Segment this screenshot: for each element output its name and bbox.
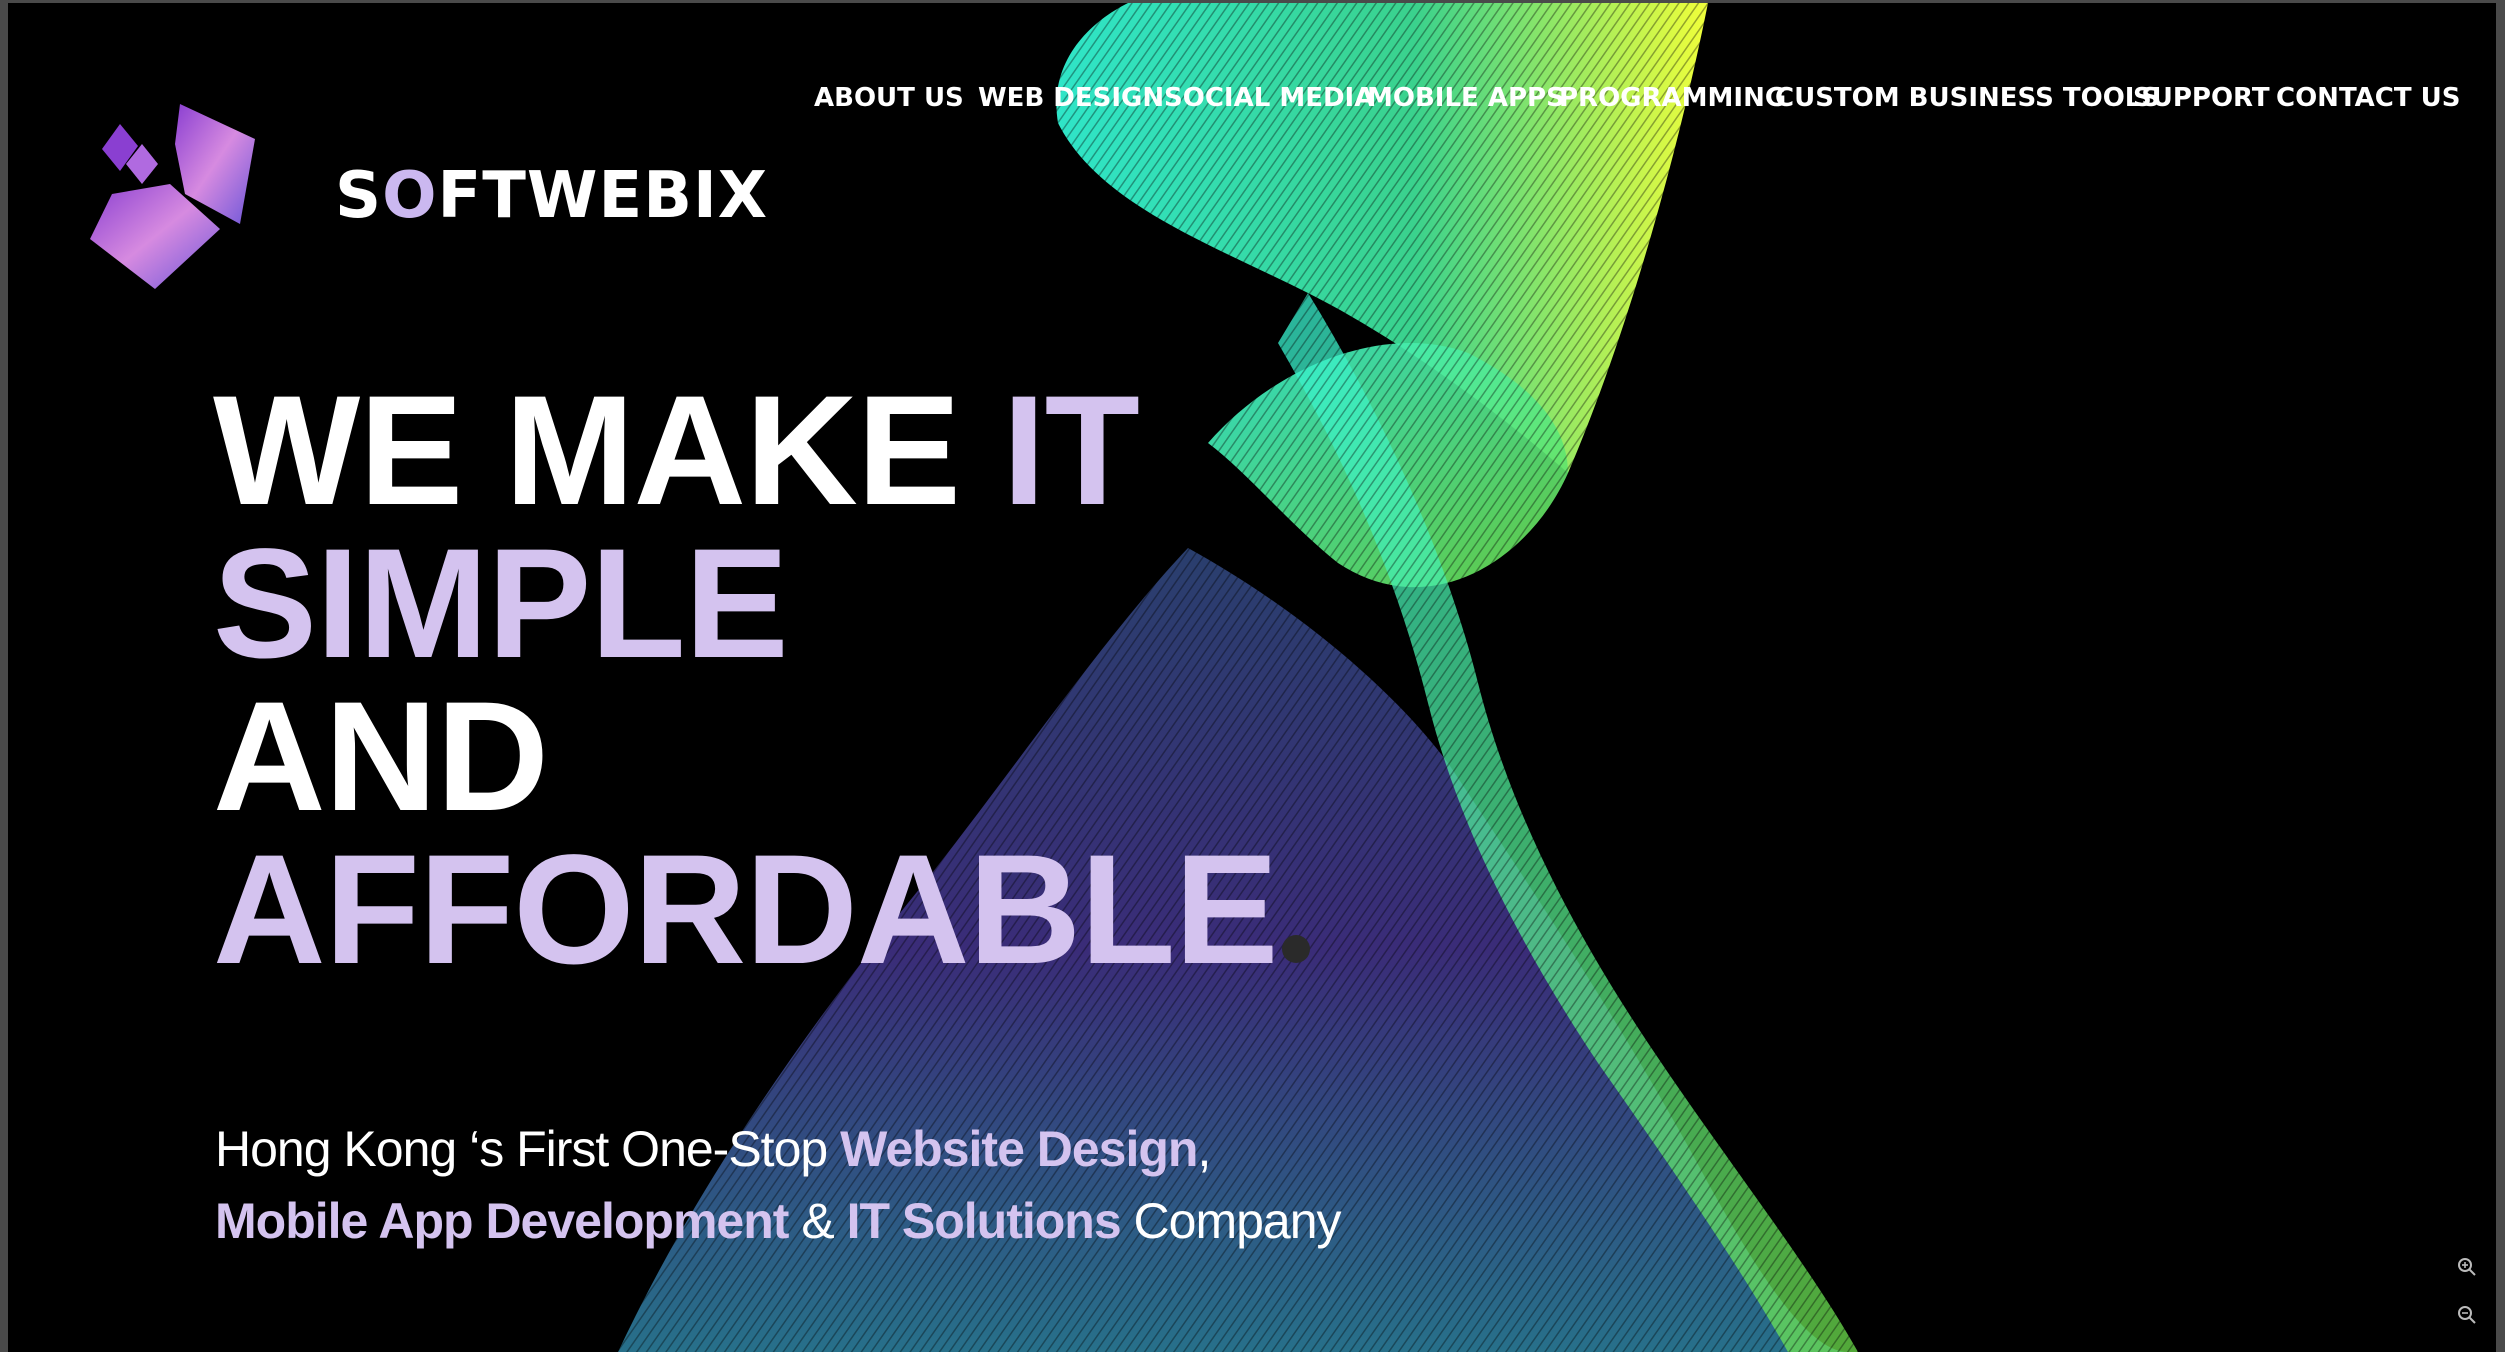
headline-dot	[1281, 935, 1310, 963]
nav-programming[interactable]: PROGRAMMING	[1559, 83, 1786, 113]
headline-it: IT	[1002, 364, 1140, 538]
nav-about-us[interactable]: ABOUT US	[814, 83, 964, 113]
nav-contact-us[interactable]: CONTACT US	[2276, 83, 2461, 113]
nav-social-media[interactable]: SOCIAL MEDIA	[1164, 83, 1374, 113]
headline-affordable: AFFORDABLE	[213, 823, 1279, 997]
main-nav: ABOUT US WEB DESIGN SOCIAL MEDIA MOBILE …	[8, 83, 2496, 123]
logo-mark-icon	[90, 104, 255, 289]
nav-support[interactable]: SUPPORT	[2133, 83, 2270, 113]
nav-web-design[interactable]: WEB DESIGN	[978, 83, 1164, 113]
zoom-out-icon[interactable]	[2456, 1304, 2478, 1326]
brand-name: SOFTWEBIX	[335, 159, 769, 233]
hero-headline: WE MAKE IT SIMPLE AND AFFORDABLE	[213, 373, 1310, 988]
headline-and: AND	[213, 670, 549, 844]
hero-subheading: Hong Kong ‘s First One-Stop Website Desi…	[215, 1121, 1342, 1249]
logo[interactable]: SOFTWEBIX	[80, 99, 767, 299]
headline-simple: SIMPLE	[213, 517, 789, 691]
nav-custom-business-tools[interactable]: CUSTOM BUSINESS TOOLS	[1775, 83, 2160, 113]
zoom-in-icon[interactable]	[2456, 1256, 2478, 1278]
headline-we-make: WE MAKE	[213, 364, 1003, 538]
page-frame: SOFTWEBIX ABOUT US WEB DESIGN SOCIAL MED…	[8, 3, 2496, 1352]
nav-mobile-apps[interactable]: MOBILE APPS	[1367, 83, 1565, 113]
